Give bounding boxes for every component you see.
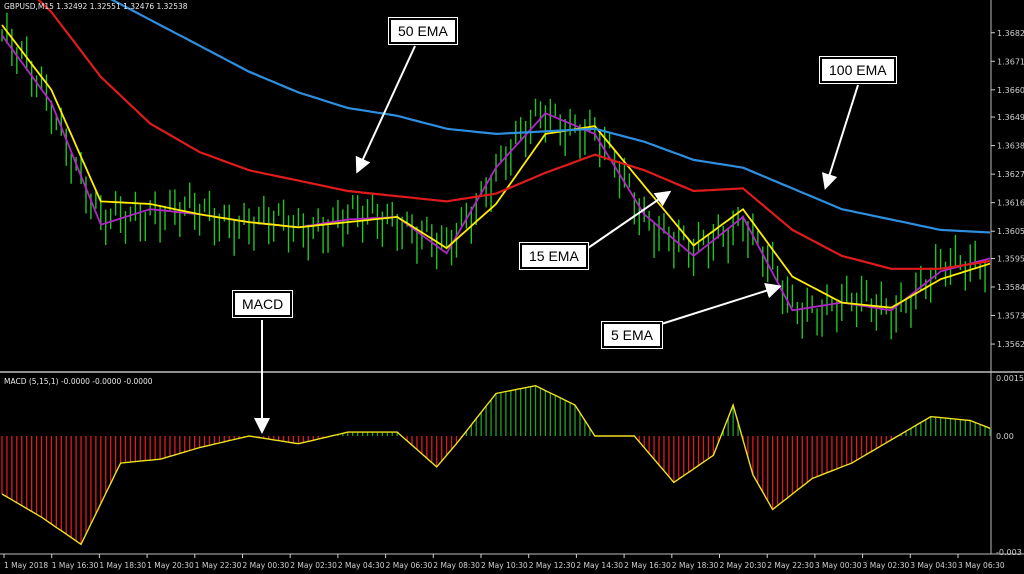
macd-tick-label: 0.00	[996, 432, 1014, 441]
time-tick-label: 1 May 20:30	[147, 561, 194, 570]
price-tick-label: 1.36600	[997, 86, 1024, 95]
arrow-15-ema	[587, 190, 672, 249]
time-tick-label: 1 May 16:30	[52, 561, 99, 570]
time-tick-label: 2 May 08:30	[433, 561, 480, 570]
macd-label: MACD (5,15,1)	[4, 377, 59, 386]
ema-100-line	[110, 0, 991, 234]
time-tick-label: 3 May 06:30	[958, 561, 1005, 570]
macd-header: MACD (5,15,1) -0.0000 -0.0000 -0.0000	[4, 377, 153, 386]
callout-15-ema: 15 EMA	[519, 242, 589, 270]
time-tick-label: 2 May 00:30	[243, 561, 290, 570]
time-tick-label: 2 May 18:30	[672, 561, 719, 570]
arrow-100-ema	[821, 84, 859, 190]
time-tick-label: 3 May 00:30	[815, 561, 862, 570]
price-tick-label: 1.36275	[997, 170, 1024, 179]
macd-indicator	[1, 384, 991, 546]
time-tick-label: 2 May 22:30	[767, 561, 814, 570]
price-ohlc: 1.32492 1.32551 1.32476 1.32538	[56, 2, 188, 11]
price-tick-label: 1.36165	[997, 199, 1024, 208]
time-tick-label: 2 May 20:30	[720, 561, 767, 570]
panel-frames	[0, 0, 1024, 555]
time-tick-label: 2 May 06:30	[386, 561, 433, 570]
price-tick-label: 1.36710	[997, 57, 1024, 66]
callout-5-ema: 5 EMA	[600, 321, 664, 349]
price-tick-label: 1.35730	[997, 312, 1024, 321]
callout-50-ema: 50 EMA	[388, 17, 458, 45]
time-tick-label: 2 May 10:30	[481, 561, 528, 570]
time-tick-label: 2 May 16:30	[624, 561, 671, 570]
arrow-5-ema	[654, 283, 782, 327]
time-tick-label: 3 May 04:30	[910, 561, 957, 570]
price-tick-label: 1.36495	[997, 113, 1024, 122]
price-tick-label: 1.35840	[997, 283, 1024, 292]
time-tick-label: 2 May 12:30	[529, 561, 576, 570]
time-tick-label: 1 May 2018	[4, 561, 48, 570]
callout-100-ema: 100 EMA	[819, 56, 897, 84]
time-tick-label: 3 May 02:30	[863, 561, 910, 570]
macd-values: -0.0000 -0.0000 -0.0000	[60, 377, 153, 386]
price-tick-label: 1.36820	[997, 29, 1024, 38]
price-symbol: GBPUSD,M15	[4, 2, 54, 11]
price-tick-label: 1.36055	[997, 227, 1024, 236]
macd-axis: 0.0015 0.00 -0.003	[996, 374, 1024, 557]
trading-chart: 1.36820 1.36710 1.36600 1.36495 1.36385 1.362…	[0, 0, 1024, 570]
macd-tick-label: -0.003	[996, 548, 1022, 557]
arrow-50-ema	[355, 45, 416, 174]
price-axis: 1.36820 1.36710 1.36600 1.36495 1.36385 1.362…	[991, 29, 1024, 349]
time-tick-label: 1 May 18:30	[99, 561, 146, 570]
macd-tick-label: 0.0015	[996, 374, 1024, 383]
callout-macd: MACD	[231, 290, 294, 318]
time-tick-label: 2 May 14:30	[576, 561, 623, 570]
time-tick-label: 2 May 02:30	[290, 561, 337, 570]
price-tick-label: 1.36385	[997, 142, 1024, 151]
price-header: GBPUSD,M15 1.32492 1.32551 1.32476 1.325…	[4, 2, 188, 11]
time-tick-label: 2 May 04:30	[338, 561, 385, 570]
price-tick-label: 1.35950	[997, 254, 1024, 263]
price-tick-label: 1.35620	[997, 340, 1024, 349]
time-axis: 1 May 2018 1 May 16:30 1 May 18:30 1 May 20…	[3, 554, 1005, 570]
time-tick-label: 1 May 22:30	[195, 561, 242, 570]
